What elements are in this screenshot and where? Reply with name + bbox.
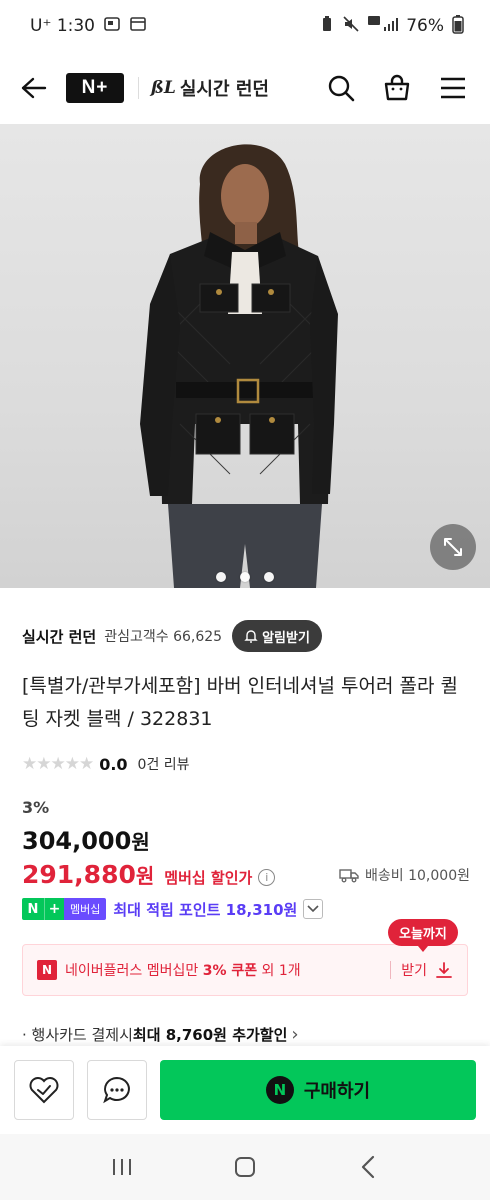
badge-n: N <box>22 898 44 920</box>
price-unit: 원 <box>131 830 150 854</box>
store-title: 실시간 런던 <box>179 79 269 100</box>
bell-plus-icon <box>244 630 258 643</box>
star-rating-icon: ★★★★★ <box>22 754 94 774</box>
gallery-pagination <box>0 572 490 582</box>
membership-coupon-banner[interactable]: N 네이버플러스 멤버십만 3% 쿠폰 외 1개 받기 <box>22 944 468 996</box>
wishlist-button[interactable] <box>14 1060 74 1120</box>
coupon-text-suffix: 외 1개 <box>257 963 301 979</box>
back-nav-button[interactable] <box>348 1147 388 1187</box>
coupon-text: 네이버플러스 멤버십만 3% 쿠폰 외 1개 <box>65 960 301 980</box>
card-discount-prefix: · 행사카드 결제시 <box>22 1026 133 1044</box>
window-icon <box>129 15 147 38</box>
carrier-time: U⁺ 1:30 <box>30 16 95 36</box>
discount-rate: 3% <box>22 798 50 817</box>
bottom-action-bar: N 구매하기 <box>0 1046 490 1134</box>
naver-plus-logo[interactable]: N+ <box>66 73 124 103</box>
home-button[interactable] <box>225 1147 265 1187</box>
status-bar: U⁺ 1:30 76% <box>0 0 490 52</box>
screenshot-icon <box>103 15 121 38</box>
divider <box>390 961 392 979</box>
review-count[interactable]: 0건 리뷰 <box>138 754 190 774</box>
coupon-text-bold: 3% 쿠폰 <box>202 963 258 979</box>
alert-label: 알림받기 <box>262 630 310 646</box>
zoom-image-button[interactable] <box>430 524 476 570</box>
battery-saver-icon <box>320 15 334 38</box>
get-coupon-label: 받기 <box>401 963 427 979</box>
gallery-dot[interactable] <box>240 572 250 582</box>
product-title: [특별가/관부가세포함] 바버 인터네셔널 투어러 폴라 퀼팅 자켓 블랙 / … <box>22 675 458 730</box>
chevron-right-icon: › <box>291 1024 299 1045</box>
hamburger-menu-icon <box>441 77 465 99</box>
buy-now-label: 구매하기 <box>303 1081 371 1102</box>
get-coupon-button[interactable]: 받기 <box>401 960 453 980</box>
home-icon <box>234 1157 255 1177</box>
top-header: N+ ßL 실시간 런던 <box>0 52 490 124</box>
gallery-dot[interactable] <box>264 572 274 582</box>
info-icon[interactable]: i <box>258 869 276 886</box>
back-button[interactable] <box>20 74 48 102</box>
membership-price-row: 291,880원 멤버십 할인가 i 배송비 10,000원 <box>22 860 470 889</box>
menu-button[interactable] <box>436 71 470 105</box>
membership-price-value: 291,880 <box>22 860 136 889</box>
store-logo-mark: ßL <box>151 78 176 98</box>
gallery-dot-active[interactable] <box>216 572 226 582</box>
chevron-left-icon <box>362 1155 375 1179</box>
battery-percent: 76% <box>406 16 444 36</box>
subscribe-alert-button[interactable]: 알림받기 <box>232 620 322 652</box>
card-discount-row[interactable]: · 행사카드 결제시 최대 8,760원 추가할인 › <box>22 1024 299 1045</box>
naver-plus-membership-badge: N + 멤버십 <box>22 898 107 920</box>
shopping-bag-icon <box>384 74 410 101</box>
membership-price: 291,880원 <box>22 860 154 889</box>
badge-plus: + <box>44 898 64 920</box>
mute-icon <box>342 15 360 38</box>
chat-bubble-icon <box>103 1076 130 1104</box>
expand-icon <box>444 538 462 556</box>
chat-inquiry-button[interactable] <box>87 1060 147 1120</box>
buy-now-button[interactable]: N 구매하기 <box>160 1060 476 1120</box>
points-row[interactable]: N + 멤버십 최대 적립 포인트 18,310원 <box>22 898 324 920</box>
shipping-fee-text: 배송비 10,000원 <box>365 868 470 884</box>
cart-button[interactable] <box>380 71 414 105</box>
rating-row[interactable]: ★★★★★ 0.0 0건 리뷰 <box>22 754 190 774</box>
divider <box>138 77 139 99</box>
search-button[interactable] <box>324 71 358 105</box>
truck-icon <box>339 869 359 883</box>
follower-count: 관심고객수 66,625 <box>104 629 223 645</box>
heart-check-icon <box>29 1077 59 1104</box>
download-icon <box>436 962 452 978</box>
shipping-fee: 배송비 10,000원 <box>339 865 470 885</box>
system-navigation-bar <box>0 1134 490 1200</box>
max-points-text: 최대 적립 포인트 18,310원 <box>113 900 298 919</box>
rating-value: 0.0 <box>99 754 128 774</box>
product-image-gallery[interactable] <box>0 124 490 588</box>
sale-price: 304,000원 <box>22 826 150 855</box>
recent-apps-button[interactable] <box>102 1147 142 1187</box>
store-link[interactable]: ßL 실시간 런던 <box>151 75 269 101</box>
naver-n-icon: N <box>37 960 57 980</box>
today-only-badge: 오늘까지 <box>388 919 458 952</box>
5g-signal-icon <box>368 15 399 38</box>
chevron-down-icon[interactable] <box>303 899 324 919</box>
price-unit: 원 <box>135 864 155 888</box>
arrow-left-icon <box>21 77 47 99</box>
search-icon <box>328 75 355 102</box>
membership-price-label: 멤버십 할인가 <box>164 869 253 887</box>
store-name[interactable]: 실시간 런던 <box>22 626 96 647</box>
recent-apps-icon <box>112 1159 131 1175</box>
naver-n-icon: N <box>265 1076 294 1104</box>
card-discount-amount: 최대 8,760원 추가할인 <box>132 1026 288 1044</box>
coupon-text-prefix: 네이버플러스 멤버십만 <box>65 963 203 979</box>
badge-label: 멤버십 <box>64 898 107 920</box>
battery-icon <box>452 14 464 39</box>
product-photo <box>140 144 338 588</box>
store-info-row: 실시간 런던 관심고객수 66,625 알림받기 <box>22 620 472 652</box>
sale-price-value: 304,000 <box>22 827 132 855</box>
